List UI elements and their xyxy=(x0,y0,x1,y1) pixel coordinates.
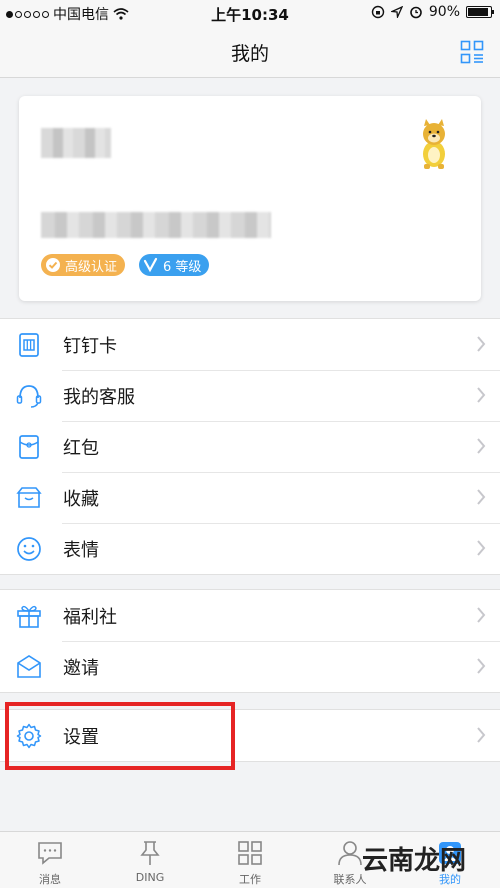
chevron-right-icon xyxy=(477,727,486,743)
envelope-icon xyxy=(17,655,41,678)
menu-item-stickers[interactable]: 表情 xyxy=(0,523,500,574)
menu-item-invite[interactable]: 邀请 xyxy=(0,641,500,692)
menu-item-favorites[interactable]: 收藏 xyxy=(0,472,500,523)
level-badge[interactable]: 6 等级 xyxy=(139,254,210,276)
menu-item-label: 邀请 xyxy=(63,658,99,679)
blurred-user-name xyxy=(41,128,111,158)
status-right: 90% xyxy=(371,4,494,20)
pin-icon xyxy=(140,841,160,865)
grid-icon xyxy=(238,841,262,865)
chevron-right-icon xyxy=(477,336,486,352)
menu-item-dingding-card[interactable]: 钉钉卡 xyxy=(0,319,500,370)
menu-item-label: 我的客服 xyxy=(63,387,135,408)
cert-badge-label: 高级认证 xyxy=(65,259,118,275)
contacts-icon xyxy=(338,841,362,866)
settings-highlight-box xyxy=(5,702,235,770)
battery-icon xyxy=(466,6,494,18)
menu-item-welfare[interactable]: 福利社 xyxy=(0,590,500,641)
orientation-lock-icon xyxy=(371,5,385,19)
message-icon xyxy=(38,842,62,865)
tab-label: 消息 xyxy=(39,873,61,886)
smiley-icon xyxy=(17,537,41,561)
nav-bar: 我的 xyxy=(0,26,500,78)
red-envelope-icon xyxy=(19,435,39,459)
chevron-right-icon xyxy=(477,607,486,623)
menu-item-label: 表情 xyxy=(63,540,99,561)
avatar[interactable] xyxy=(415,118,453,170)
headset-icon xyxy=(16,385,42,408)
tab-ding[interactable]: DING xyxy=(100,832,200,888)
menu-item-label: 红包 xyxy=(63,438,99,459)
alarm-icon xyxy=(410,6,422,19)
tab-messages[interactable]: 消息 xyxy=(0,832,100,888)
battery-level xyxy=(468,8,488,16)
v-level-icon xyxy=(143,257,158,273)
badges: 高级认证 6 等级 xyxy=(41,254,210,276)
chevron-right-icon xyxy=(477,540,486,556)
menu-item-label: 福利社 xyxy=(63,607,117,628)
tab-work[interactable]: 工作 xyxy=(200,832,300,888)
tab-label: DING xyxy=(135,871,165,884)
menu-item-label: 收藏 xyxy=(63,489,99,510)
chevron-right-icon xyxy=(477,438,486,454)
tab-label: 工作 xyxy=(239,873,261,886)
status-bar: 中国电信 上午10:34 90% xyxy=(0,0,500,26)
favorites-box-icon xyxy=(16,487,42,508)
verified-check-icon xyxy=(46,258,60,272)
battery-percent: 90% xyxy=(428,4,460,20)
menu-item-red-envelope[interactable]: 红包 xyxy=(0,421,500,472)
location-icon xyxy=(390,6,403,18)
level-badge-label: 6 等级 xyxy=(163,259,202,275)
qr-grid-icon[interactable] xyxy=(460,40,484,64)
menu-item-label: 钉钉卡 xyxy=(63,336,117,357)
blurred-account-info xyxy=(41,212,271,238)
chevron-right-icon xyxy=(477,489,486,505)
chevron-right-icon xyxy=(477,658,486,674)
menu-group-perks: 福利社 邀请 xyxy=(0,589,500,693)
gift-icon xyxy=(17,605,41,628)
profile-card[interactable]: 高级认证 6 等级 xyxy=(19,96,481,301)
chevron-right-icon xyxy=(477,387,486,403)
menu-group-main: 钉钉卡 我的客服 红包 收藏 表情 xyxy=(0,318,500,575)
page-title: 我的 xyxy=(230,43,269,65)
menu-item-customer-service[interactable]: 我的客服 xyxy=(0,370,500,421)
watermark-text: 云南龙网 xyxy=(362,846,467,876)
cert-badge[interactable]: 高级认证 xyxy=(41,254,126,276)
card-icon xyxy=(19,333,39,357)
